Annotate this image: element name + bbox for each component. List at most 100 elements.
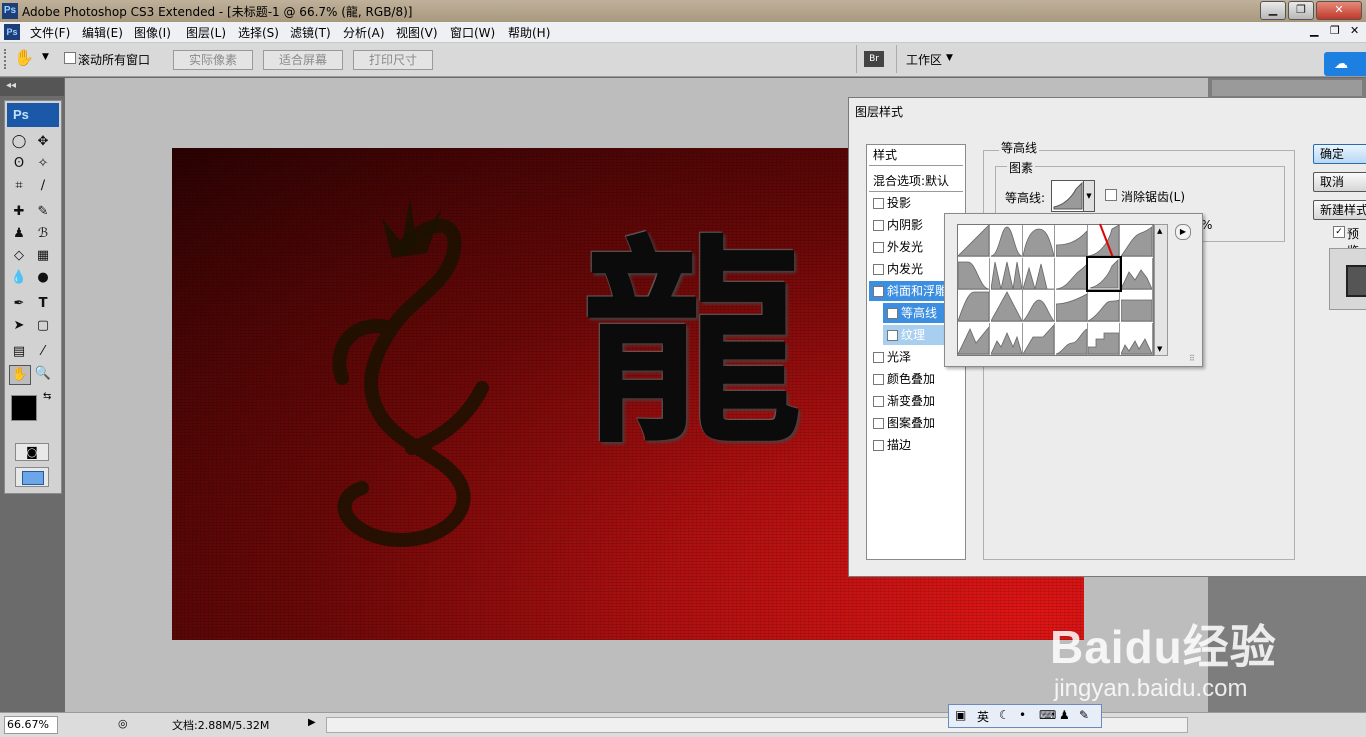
hand-tool-icon[interactable]: ✋ <box>9 365 31 385</box>
shape-tool-icon[interactable]: ▢ <box>33 317 53 335</box>
actual-pixels-button[interactable]: 实际像素 <box>173 50 253 70</box>
checkbox[interactable] <box>873 352 884 363</box>
style-item-pattern-overlay[interactable]: 图案叠加 <box>869 413 963 433</box>
menu-view[interactable]: 视图(V) <box>396 24 438 41</box>
crop-tool-icon[interactable]: ⌗ <box>9 177 29 195</box>
document-icon[interactable]: Ps <box>4 24 20 40</box>
contour-preset[interactable] <box>1120 322 1153 355</box>
collapse-icon[interactable]: ◂◂ <box>6 80 16 91</box>
slice-tool-icon[interactable]: ∕ <box>33 177 53 195</box>
checkbox[interactable] <box>873 242 884 253</box>
style-item-drop-shadow[interactable]: 投影 <box>869 193 963 213</box>
contour-preset[interactable] <box>1055 257 1088 290</box>
eyedropper-icon[interactable]: ⁄ <box>33 343 53 361</box>
contour-preset[interactable] <box>1023 225 1055 257</box>
magic-wand-icon[interactable]: ✧ <box>33 155 53 173</box>
doc-restore-icon[interactable]: ❐ <box>1330 24 1340 37</box>
contour-preset[interactable] <box>1055 225 1088 257</box>
contour-preset[interactable] <box>958 257 990 290</box>
moon-icon[interactable]: ☾ <box>999 708 1010 722</box>
hand-icon[interactable]: ✋ <box>14 48 34 67</box>
lasso-tool-icon[interactable]: ʘ <box>9 155 29 173</box>
chevron-down-icon[interactable]: ▼ <box>946 53 953 63</box>
style-item-stroke[interactable]: 描边 <box>869 435 963 455</box>
scroll-all-checkbox[interactable] <box>64 52 76 64</box>
contour-dropdown-chevron-icon[interactable]: ▼ <box>1083 180 1095 212</box>
contour-preset[interactable] <box>990 322 1023 355</box>
contour-preset[interactable] <box>1023 322 1055 355</box>
checkbox[interactable] <box>873 418 884 429</box>
menu-window[interactable]: 窗口(W) <box>450 24 495 41</box>
menu-layer[interactable]: 图层(L) <box>186 24 226 41</box>
eraser-tool-icon[interactable]: ◇ <box>9 247 29 265</box>
checkbox[interactable] <box>873 374 884 385</box>
scroll-up-icon[interactable]: ▲ <box>1157 227 1162 235</box>
swap-colors-icon[interactable]: ⇆ <box>43 391 51 402</box>
menu-edit[interactable]: 编辑(E) <box>82 24 123 41</box>
contour-preset[interactable] <box>1023 290 1055 322</box>
chevron-down-icon[interactable]: ▼ <box>42 52 49 62</box>
stamp-tool-icon[interactable]: ♟ <box>9 225 29 243</box>
contour-preset[interactable] <box>1023 257 1055 290</box>
blur-tool-icon[interactable]: 💧 <box>9 269 29 287</box>
ime-logo-icon[interactable]: ▣ <box>955 708 966 722</box>
marquee-tool-icon[interactable]: ◯ <box>9 133 29 151</box>
checkbox[interactable] <box>873 198 884 209</box>
menu-help[interactable]: 帮助(H) <box>508 24 550 41</box>
close-icon[interactable]: ✕ <box>1316 1 1362 20</box>
foreground-color-swatch[interactable] <box>11 395 37 421</box>
checkbox[interactable]: ✓ <box>887 308 898 319</box>
doc-minimize-icon[interactable]: ▁ <box>1310 24 1318 37</box>
gradient-tool-icon[interactable]: ▦ <box>33 247 53 265</box>
resize-grip-icon[interactable]: ⠿ <box>1189 354 1195 363</box>
style-item-color-overlay[interactable]: 颜色叠加 <box>869 369 963 389</box>
contour-preset[interactable] <box>990 225 1023 257</box>
contour-preset[interactable] <box>1088 290 1120 322</box>
checkbox[interactable] <box>873 396 884 407</box>
healing-brush-icon[interactable]: ✚ <box>9 203 29 221</box>
fit-screen-button[interactable]: 适合屏幕 <box>263 50 343 70</box>
status-menu-arrow-icon[interactable]: ▶ <box>308 717 316 728</box>
contour-preview[interactable] <box>1051 180 1085 212</box>
quick-mask-icon[interactable]: ◙ <box>15 443 49 461</box>
zoom-field[interactable]: 66.67% <box>4 716 58 734</box>
blend-options-item[interactable]: 混合选项:默认 <box>869 171 963 192</box>
user-icon[interactable]: ♟ <box>1059 708 1070 722</box>
workspace-menu[interactable]: 工作区 <box>906 51 942 68</box>
contour-preset[interactable] <box>958 290 990 322</box>
contour-preset[interactable] <box>958 322 990 355</box>
ok-button[interactable]: 确定 <box>1313 144 1366 164</box>
checkbox[interactable] <box>887 330 898 341</box>
scroll-down-icon[interactable]: ▼ <box>1157 345 1162 353</box>
menu-analysis[interactable]: 分析(A) <box>343 24 385 41</box>
doc-close-icon[interactable]: ✕ <box>1350 24 1359 37</box>
contour-preset[interactable] <box>1086 255 1122 292</box>
preview-checkbox[interactable]: ✓ <box>1333 226 1345 238</box>
menu-file[interactable]: 文件(F) <box>30 24 70 41</box>
screen-mode-icon[interactable] <box>15 467 49 487</box>
contour-preset[interactable] <box>990 257 1023 290</box>
move-tool-icon[interactable]: ✥ <box>33 133 53 151</box>
styles-header[interactable]: 样式 <box>869 145 963 166</box>
type-tool-icon[interactable]: T <box>33 295 53 313</box>
checkbox[interactable]: ✓ <box>873 286 884 297</box>
checkbox[interactable] <box>873 264 884 275</box>
brush-tool-icon[interactable]: ✎ <box>33 203 53 221</box>
dodge-tool-icon[interactable]: ● <box>33 269 53 287</box>
pen-tool-icon[interactable]: ✒ <box>9 295 29 313</box>
cloud-close-icon[interactable] <box>1356 52 1366 76</box>
print-size-button[interactable]: 打印尺寸 <box>353 50 433 70</box>
contour-preset[interactable] <box>990 290 1023 322</box>
checkbox[interactable] <box>873 220 884 231</box>
tools-panel-header[interactable]: ◂◂ <box>0 78 64 96</box>
contour-preset[interactable] <box>1088 322 1120 355</box>
punctuation-icon[interactable]: • <box>1019 708 1026 722</box>
checkbox[interactable] <box>873 440 884 451</box>
style-item-gradient-overlay[interactable]: 渐变叠加 <box>869 391 963 411</box>
minimize-icon[interactable]: ▁ <box>1260 1 1286 20</box>
restore-icon[interactable]: ❐ <box>1288 1 1314 20</box>
cancel-button[interactable]: 取消 <box>1313 172 1366 192</box>
menu-select[interactable]: 选择(S) <box>238 24 279 41</box>
picker-scrollbar[interactable]: ▲ ▼ <box>1154 224 1168 356</box>
contour-preset[interactable] <box>1055 290 1088 322</box>
